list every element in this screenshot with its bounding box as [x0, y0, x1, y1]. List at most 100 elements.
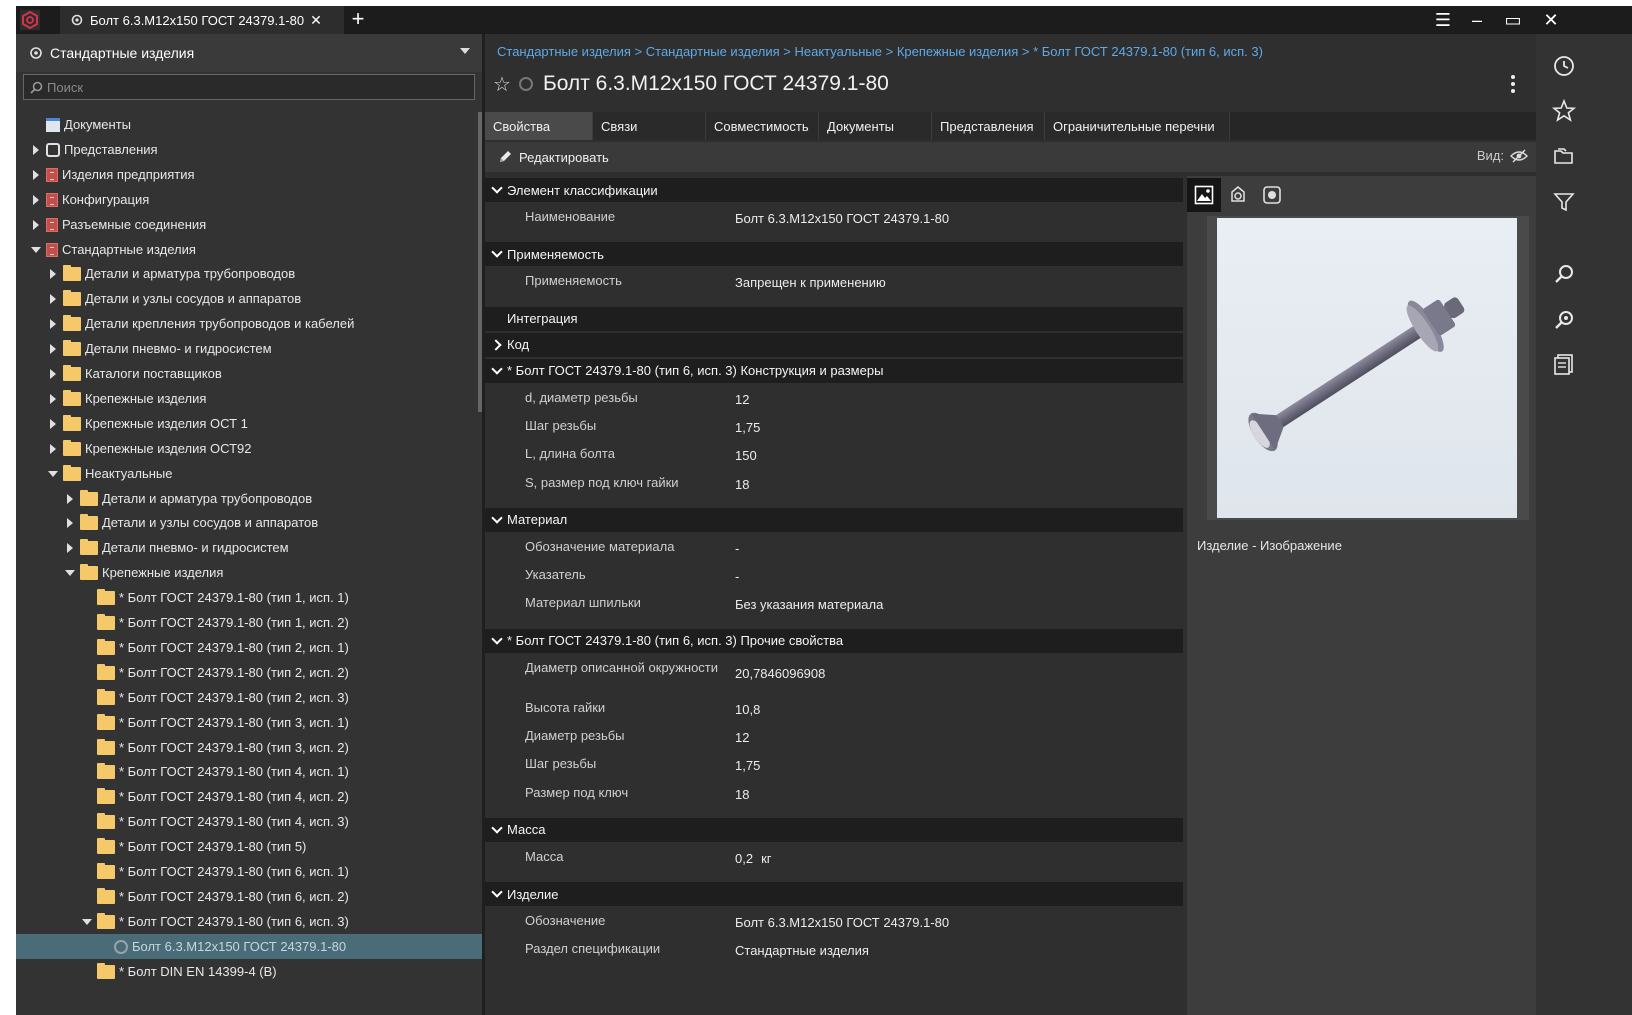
minimize-button[interactable]: –: [1462, 8, 1492, 32]
tree-item[interactable]: * Болт ГОСТ 24379.1-80 (тип 4, исп. 1): [16, 759, 482, 784]
expand-closed-icon[interactable]: [47, 343, 59, 355]
tree-item[interactable]: Крепежные изделия: [16, 560, 482, 585]
app-logo-icon[interactable]: [20, 10, 40, 30]
expand-closed-icon[interactable]: [30, 219, 42, 231]
tree-item[interactable]: * Болт ГОСТ 24379.1-80 (тип 6, исп. 2): [16, 884, 482, 909]
model-view-button[interactable]: [1221, 178, 1255, 212]
chevron-down-icon[interactable]: [491, 184, 503, 196]
property-value[interactable]: 10,8: [735, 701, 760, 718]
property-section-header[interactable]: Изделие: [485, 882, 1183, 907]
expand-open-icon[interactable]: [30, 244, 42, 256]
tree-item[interactable]: Документы: [16, 112, 482, 137]
chevron-right-icon[interactable]: [491, 339, 503, 351]
tree-item[interactable]: * Болт ГОСТ 24379.1-80 (тип 4, исп. 2): [16, 784, 482, 809]
chevron-down-icon[interactable]: [491, 514, 503, 526]
tree-item[interactable]: Детали и арматура трубопроводов: [16, 261, 482, 286]
close-window-button[interactable]: ✕: [1536, 8, 1566, 32]
tree-item[interactable]: Стандартные изделия: [16, 237, 482, 262]
property-value[interactable]: -: [735, 540, 739, 557]
expand-open-icon[interactable]: [64, 567, 76, 579]
tree-item[interactable]: Детали и узлы сосудов и аппаратов: [16, 510, 482, 535]
tab-properties[interactable]: Свойства: [485, 112, 593, 140]
expand-closed-icon[interactable]: [47, 443, 59, 455]
expand-closed-icon[interactable]: [30, 169, 42, 181]
tree-item[interactable]: * Болт DIN EN 14399-4 (B): [16, 959, 482, 984]
render-view-button[interactable]: [1255, 178, 1289, 212]
tree-item[interactable]: Каталоги поставщиков: [16, 361, 482, 386]
chevron-down-icon[interactable]: [491, 888, 503, 900]
tree-item[interactable]: Детали пневмо- и гидросистем: [16, 336, 482, 361]
tab-links[interactable]: Связи: [593, 112, 706, 140]
filter-icon[interactable]: [1552, 190, 1576, 214]
property-value[interactable]: Без указания материала: [735, 596, 883, 613]
breadcrumb-item[interactable]: Неактуальные: [795, 44, 882, 59]
property-section-header[interactable]: Материал: [485, 507, 1183, 532]
tab-views[interactable]: Представления: [932, 112, 1045, 140]
tree-item[interactable]: Детали и узлы сосудов и аппаратов: [16, 286, 482, 311]
tree-item[interactable]: * Болт ГОСТ 24379.1-80 (тип 6, исп. 3): [16, 909, 482, 934]
tab-compatibility[interactable]: Совместимость: [706, 112, 819, 140]
history-icon[interactable]: [1552, 54, 1576, 78]
breadcrumb-item[interactable]: Крепежные изделия: [897, 44, 1018, 59]
tree-item[interactable]: Изделия предприятия: [16, 162, 482, 187]
breadcrumb-item[interactable]: Стандартные изделия: [646, 44, 780, 59]
chevron-down-icon[interactable]: [491, 824, 503, 836]
menu-icon[interactable]: ☰: [1428, 8, 1458, 32]
tree-item[interactable]: * Болт ГОСТ 24379.1-80 (тип 2, исп. 1): [16, 635, 482, 660]
tree-item[interactable]: * Болт ГОСТ 24379.1-80 (тип 1, исп. 2): [16, 610, 482, 635]
maximize-button[interactable]: ▭: [1498, 8, 1528, 32]
expand-closed-icon[interactable]: [47, 418, 59, 430]
tree-item[interactable]: Крепежные изделия ОСТ 1: [16, 411, 482, 436]
property-value[interactable]: 1,75: [735, 757, 760, 774]
property-section-header[interactable]: Код: [485, 332, 1183, 357]
chevron-down-icon[interactable]: [491, 248, 503, 260]
property-value[interactable]: 150: [735, 447, 757, 464]
search-box[interactable]: [23, 74, 475, 100]
more-options-icon[interactable]: [1508, 72, 1518, 96]
property-value[interactable]: 1,75: [735, 419, 760, 436]
property-value[interactable]: Запрещен к применению: [735, 274, 886, 291]
property-value[interactable]: Болт 6.3.М12х150 ГОСТ 24379.1-80: [735, 914, 949, 931]
property-section-header[interactable]: Интеграция: [485, 306, 1183, 331]
expand-closed-icon[interactable]: [47, 368, 59, 380]
tree-item[interactable]: Детали пневмо- и гидросистем: [16, 535, 482, 560]
tree-item[interactable]: Неактуальные: [16, 461, 482, 486]
tree-item[interactable]: * Болт ГОСТ 24379.1-80 (тип 4, исп. 3): [16, 809, 482, 834]
expand-closed-icon[interactable]: [30, 144, 42, 156]
expand-closed-icon[interactable]: [30, 194, 42, 206]
expand-closed-icon[interactable]: [64, 493, 76, 505]
expand-closed-icon[interactable]: [64, 542, 76, 554]
tab-documents[interactable]: Документы: [819, 112, 932, 140]
expand-closed-icon[interactable]: [47, 293, 59, 305]
expand-closed-icon[interactable]: [64, 517, 76, 529]
close-tab-icon[interactable]: ✕: [310, 12, 322, 29]
view-control[interactable]: Вид:: [1477, 148, 1528, 163]
expand-open-icon[interactable]: [47, 468, 59, 480]
expand-closed-icon[interactable]: [47, 318, 59, 330]
chevron-down-icon[interactable]: [460, 48, 470, 54]
property-value[interactable]: 18: [735, 786, 749, 803]
tree-item[interactable]: * Болт ГОСТ 24379.1-80 (тип 2, исп. 3): [16, 685, 482, 710]
search-icon[interactable]: [1552, 262, 1576, 286]
breadcrumb-item[interactable]: * Болт ГОСТ 24379.1-80 (тип 6, исп. 3): [1033, 44, 1263, 59]
tree-item[interactable]: Представления: [16, 137, 482, 162]
tree-item[interactable]: Болт 6.3.М12х150 ГОСТ 24379.1-80: [16, 934, 482, 959]
tree-item[interactable]: * Болт ГОСТ 24379.1-80 (тип 5): [16, 834, 482, 859]
expand-closed-icon[interactable]: [47, 393, 59, 405]
favorite-star-icon[interactable]: ☆: [493, 72, 511, 97]
advanced-search-icon[interactable]: [1552, 308, 1576, 332]
tree-item[interactable]: * Болт ГОСТ 24379.1-80 (тип 3, исп. 2): [16, 735, 482, 760]
property-value[interactable]: Стандартные изделия: [735, 942, 869, 959]
expand-closed-icon[interactable]: [47, 268, 59, 280]
tree-item[interactable]: * Болт ГОСТ 24379.1-80 (тип 2, исп. 2): [16, 660, 482, 685]
property-section-header[interactable]: Масса: [485, 817, 1183, 842]
edit-button[interactable]: Редактировать: [497, 147, 609, 167]
property-section-header[interactable]: * Болт ГОСТ 24379.1-80 (тип 6, исп. 3) К…: [485, 358, 1183, 383]
property-value[interactable]: 12: [735, 729, 749, 746]
tree-item[interactable]: * Болт ГОСТ 24379.1-80 (тип 1, исп. 1): [16, 585, 482, 610]
property-value[interactable]: -: [735, 568, 739, 585]
breadcrumb-item[interactable]: Стандартные изделия: [497, 44, 631, 59]
document-tab[interactable]: Болт 6.3.М12х150 ГОСТ 24379.1-80 ✕: [60, 6, 344, 34]
tree-item[interactable]: Крепежные изделия: [16, 386, 482, 411]
folders-icon[interactable]: [1552, 144, 1576, 168]
